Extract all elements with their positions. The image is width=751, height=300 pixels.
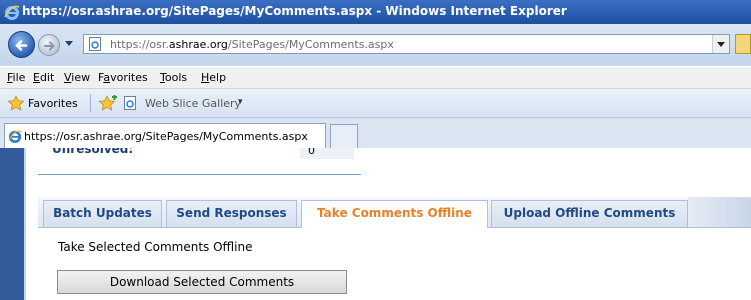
security-lock-button[interactable] (735, 34, 751, 54)
favorites-star-icon[interactable] (7, 95, 25, 111)
add-to-favorites-icon[interactable] (98, 95, 118, 111)
browser-tab-strip: https://osr.ashrae.org/SitePages/MyComme… (0, 118, 751, 148)
ie-tab-icon (8, 130, 22, 143)
tab-bar-fill (688, 197, 751, 227)
recent-pages-dropdown-icon[interactable] (64, 40, 74, 48)
page-content: Unresolved: 0 Batch Updates Send Respons… (0, 148, 751, 300)
favorites-separator (90, 94, 91, 112)
menu-help[interactable]: Help (201, 71, 226, 84)
web-slice-icon (124, 96, 136, 110)
tab-batch-updates[interactable]: Batch Updates (43, 200, 162, 227)
browser-tab-label: https://osr.ashrae.org/SitePages/MyComme… (24, 130, 308, 143)
menu-tools[interactable]: Tools (160, 71, 187, 84)
forward-button[interactable] (38, 34, 60, 56)
address-dropdown-button[interactable] (712, 35, 729, 53)
menu-favorites[interactable]: Favorites (98, 71, 148, 84)
favorites-button-label[interactable]: Favorites (28, 97, 78, 110)
navigation-bar: https://osr.ashrae.org/SitePages/MyComme… (0, 24, 751, 66)
unresolved-count: 0 (308, 148, 315, 157)
address-url: https://osr.ashrae.org/SitePages/MyComme… (110, 38, 394, 51)
comments-tab-bar: Batch Updates Send Responses Take Commen… (38, 197, 751, 228)
tab-upload-offline-comments[interactable]: Upload Offline Comments (491, 200, 688, 227)
tab-send-responses[interactable]: Send Responses (166, 200, 297, 227)
page-left-border-highlight (24, 148, 26, 300)
favorites-bar: Favorites Web Slice Gallery ▾ (0, 89, 751, 118)
unresolved-label: Unresolved: (52, 148, 134, 156)
address-bar[interactable]: https://osr.ashrae.org/SitePages/MyComme… (83, 34, 730, 54)
menu-file[interactable]: File (7, 71, 25, 84)
download-selected-comments-button[interactable]: Download Selected Comments (57, 270, 347, 294)
section-divider (38, 174, 361, 175)
take-offline-heading: Take Selected Comments Offline (58, 240, 253, 254)
menu-edit[interactable]: Edit (33, 71, 54, 84)
page-icon (89, 37, 101, 51)
menu-bar: File Edit View Favorites Tools Help (0, 66, 751, 89)
browser-tab-active[interactable]: https://osr.ashrae.org/SitePages/MyComme… (4, 123, 326, 148)
menu-view[interactable]: View (64, 71, 90, 84)
back-arrow-icon (15, 40, 28, 51)
chevron-down-icon (717, 42, 725, 47)
page-left-border (0, 148, 24, 300)
tab-take-comments-offline[interactable]: Take Comments Offline (301, 200, 488, 228)
back-button[interactable] (8, 31, 35, 58)
forward-arrow-icon (44, 41, 55, 51)
web-slice-gallery-link[interactable]: Web Slice Gallery (145, 97, 241, 110)
web-slice-dropdown-icon[interactable]: ▾ (238, 97, 243, 107)
ie-logo-icon (4, 5, 20, 20)
window-title: https://osr.ashrae.org/SitePages/MyComme… (22, 4, 567, 18)
new-tab-button[interactable] (330, 124, 358, 148)
window-title-bar: https://osr.ashrae.org/SitePages/MyComme… (0, 0, 751, 24)
